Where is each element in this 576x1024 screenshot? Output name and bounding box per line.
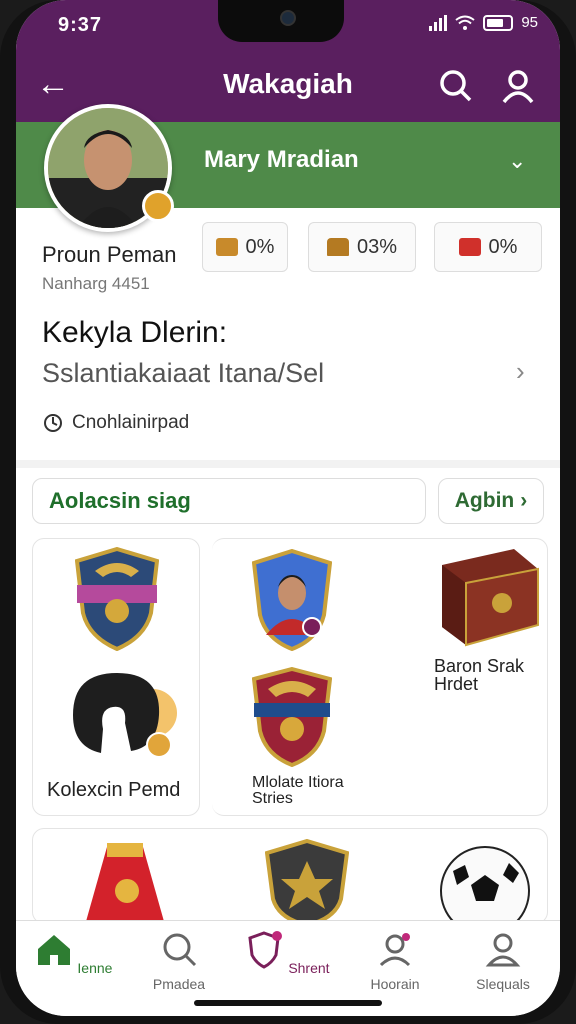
ball-icon [440,846,530,925]
stat-value: 03% [356,235,398,258]
item-label: Mlolate Itiora Stries [252,774,344,807]
section-subtitle[interactable]: Sslantiakaiaat Itana/Sel [42,358,324,389]
nav-home[interactable]: Ienne [28,929,118,976]
collection-input[interactable]: Aolacsin siag [32,478,426,524]
add-button-label: Agbin [454,489,515,512]
profile-name: Proun Peman [42,242,177,267]
item-label: Kolexcin Pemd [47,779,181,801]
search-icon[interactable] [436,66,476,106]
note-text: Cnohlainirpad [72,412,190,433]
search-icon [163,933,197,967]
collection-grid: Mlolate Itiora Stries Baron Srak Hrdet [212,538,548,816]
camera-icon [280,10,296,26]
nav-person[interactable]: Slequals [458,929,548,992]
home-icon [37,935,70,965]
shield-icon [265,839,349,925]
banner-name: Mary Mradian [204,146,359,173]
shield-badge-icon [248,931,283,969]
chevron-right-icon: › [520,489,528,512]
trophy-icon [326,238,349,256]
player-card-icon[interactable] [252,549,332,651]
status-time: 9:37 [58,14,103,36]
accessory-icon [73,673,177,758]
stat-flag[interactable]: 0% [434,222,542,272]
stat-value: 0% [245,235,275,258]
battery-icon [483,14,514,31]
section-note[interactable]: Cnohlainirpad [42,412,189,434]
signal-icon [429,14,448,31]
divider [16,460,560,468]
nav-label: Pmadea [152,976,206,992]
collection-card[interactable] [32,828,548,925]
phone-frame: 9:37 95 ← Wakagiah Mary Mradian ⌄ Proun … [0,0,576,1024]
nav-label: Shrent [288,960,330,976]
battery-level: 95 [521,14,538,31]
nav-shield[interactable]: Shrent [242,929,332,976]
nav-label: Hoorain [370,976,420,992]
profile-icon [379,933,411,967]
camera-notch [218,0,344,42]
verified-badge-icon [142,190,174,222]
wifi-icon [455,15,475,30]
flag-icon [458,238,481,256]
crest-icon[interactable] [252,667,332,767]
stat-value: 0% [488,235,518,258]
item-label: Baron Srak Hrdet [434,656,525,694]
chevron-right-icon[interactable]: › [516,356,525,387]
stat-trophy[interactable]: 03% [308,222,416,272]
shield-icon [75,547,159,651]
page-title: Wakagiah [223,68,353,99]
profile-id: Nanharg 4451 [42,274,150,293]
collection-card[interactable]: Kolexcin Pemd [32,538,200,816]
badge-icon [215,238,238,256]
app-screen: 9:37 95 ← Wakagiah Mary Mradian ⌄ Proun … [16,0,560,1016]
nav-search[interactable]: Pmadea [134,929,224,992]
home-indicator [194,1000,382,1006]
user-icon[interactable] [498,66,538,106]
person-icon [485,933,521,967]
add-button[interactable]: Agbin › [438,478,544,524]
refresh-icon [44,414,62,432]
status-icons: 95 [429,14,538,31]
book-icon[interactable] [434,545,542,649]
stat-badge[interactable]: 0% [202,222,288,272]
nav-profile[interactable]: Hoorain [350,929,440,992]
section-title: Kekyla Dlerin: [42,316,228,349]
nav-label: Ienne [77,960,113,976]
chevron-down-icon[interactable]: ⌄ [508,148,526,174]
nav-label: Slequals [476,976,530,992]
trophy-icon [85,843,165,925]
